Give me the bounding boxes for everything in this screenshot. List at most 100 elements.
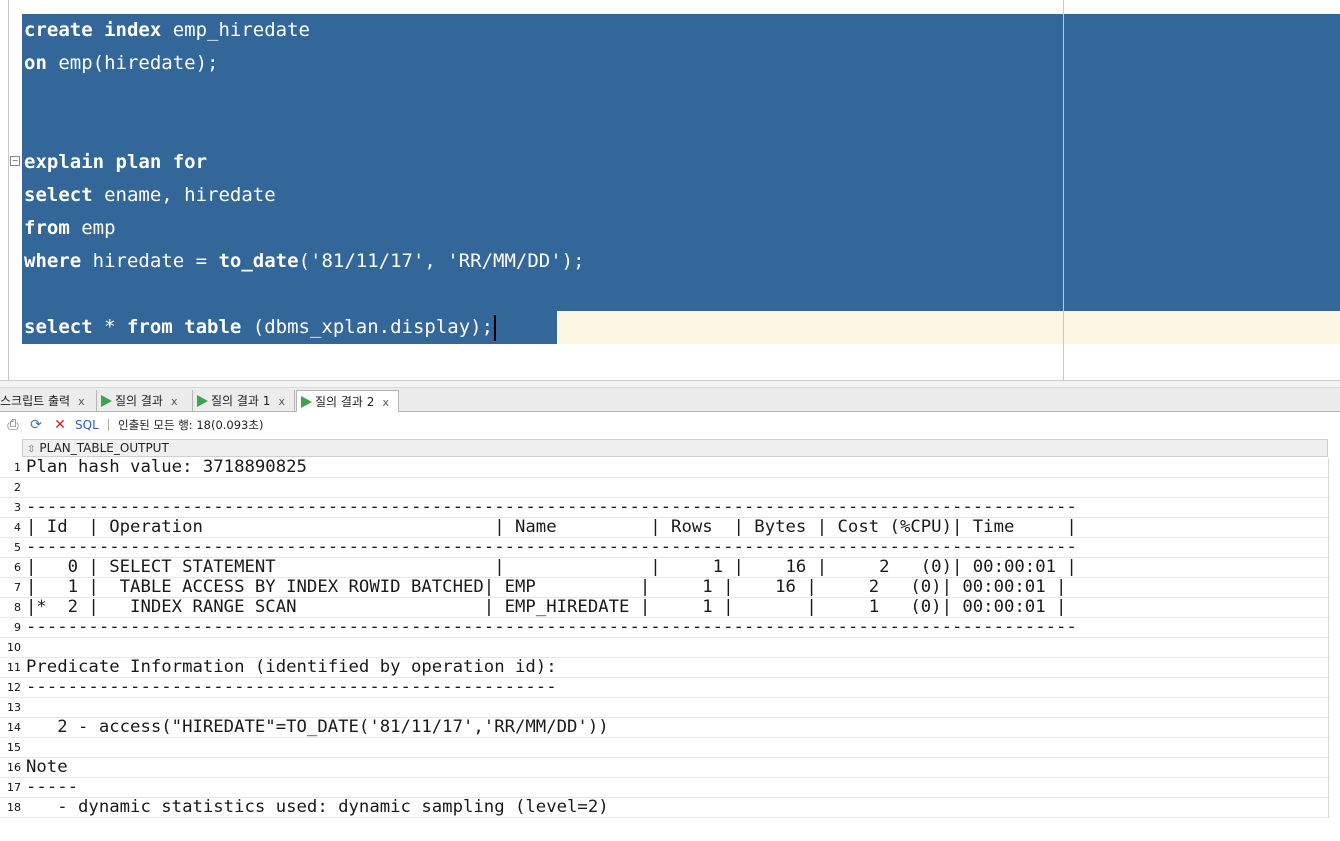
- row-number: 13: [7, 701, 21, 714]
- sql-text: hiredate =: [81, 250, 219, 272]
- sql-button[interactable]: SQL: [75, 417, 99, 433]
- table-row[interactable]: 3 ---------------------------------------…: [0, 498, 1330, 518]
- run-icon: [197, 395, 208, 407]
- plan-output-cell[interactable]: | 0 | SELECT STATEMENT | | 1 | 16 | 2 (0…: [26, 558, 1077, 577]
- tab-query-result-2[interactable]: 질의 결과 2 x: [296, 390, 399, 412]
- column-divider: [1328, 718, 1329, 738]
- table-row[interactable]: 16 Note: [0, 758, 1330, 778]
- sql-text: *: [92, 316, 127, 338]
- sql-text: emp(hiredate);: [46, 52, 219, 74]
- code-line[interactable]: [24, 80, 585, 113]
- plan-output-cell[interactable]: ----------------------------------------…: [26, 498, 1077, 517]
- code-line[interactable]: [24, 278, 585, 311]
- plan-output-cell[interactable]: Note: [26, 758, 68, 777]
- table-row[interactable]: 4 | Id | Operation | Name | Rows | Bytes …: [0, 518, 1330, 538]
- tab-script-output[interactable]: 스크립트 출력 x: [0, 390, 97, 412]
- row-number: 2: [14, 481, 21, 494]
- run-icon: [101, 395, 112, 407]
- row-number: 10: [7, 641, 21, 654]
- table-row[interactable]: 17 -----: [0, 778, 1330, 798]
- plan-output-cell[interactable]: | Id | Operation | Name | Rows | Bytes |…: [26, 518, 1077, 537]
- code-line[interactable]: create index emp_hiredate: [24, 14, 585, 47]
- sql-text: ename, hiredate: [92, 184, 276, 206]
- sql-editor[interactable]: − create index emp_hiredate on emp(hireda…: [0, 0, 1340, 380]
- close-icon[interactable]: x: [382, 396, 389, 409]
- plan-output-cell[interactable]: |* 2 | INDEX RANGE SCAN | EMP_HIREDATE |…: [26, 598, 1066, 617]
- close-icon[interactable]: x: [78, 395, 85, 408]
- plan-output-cell[interactable]: | 1 | TABLE ACCESS BY INDEX ROWID BATCHE…: [26, 578, 1066, 597]
- table-row[interactable]: 10: [0, 638, 1330, 658]
- table-row[interactable]: 14 2 - access("HIREDATE"=TO_DATE('81/11/…: [0, 718, 1330, 738]
- text-caret: [494, 314, 497, 341]
- close-icon[interactable]: x: [171, 395, 178, 408]
- sort-icon: ⇳: [27, 444, 36, 455]
- column-divider: [1328, 758, 1329, 778]
- tab-label: 질의 결과 1: [211, 394, 271, 408]
- code-line[interactable]: explain plan for: [24, 146, 585, 179]
- sql-text: (dbms_xplan.display);: [241, 316, 494, 338]
- sql-keyword: from: [24, 217, 70, 239]
- cancel-icon[interactable]: ✕: [52, 417, 68, 433]
- sql-text: emp_hiredate: [161, 19, 310, 41]
- row-number: 11: [7, 661, 21, 674]
- table-row[interactable]: 15: [0, 738, 1330, 758]
- plan-output-cell[interactable]: ----------------------------------------…: [26, 678, 557, 697]
- table-row[interactable]: 7 | 1 | TABLE ACCESS BY INDEX ROWID BATCH…: [0, 578, 1330, 598]
- row-number: 7: [14, 581, 21, 594]
- table-row[interactable]: 8 |* 2 | INDEX RANGE SCAN | EMP_HIREDATE …: [0, 598, 1330, 618]
- plan-output-cell[interactable]: - dynamic statistics used: dynamic sampl…: [26, 798, 608, 817]
- printer-icon[interactable]: ⎙: [5, 417, 21, 433]
- table-row[interactable]: 9 ---------------------------------------…: [0, 618, 1330, 638]
- plan-output-cell[interactable]: Plan hash value: 3718890825: [26, 458, 307, 477]
- table-row[interactable]: 11 Predicate Information (identified by o…: [0, 658, 1330, 678]
- column-divider: [1328, 778, 1329, 798]
- code-line[interactable]: [24, 113, 585, 146]
- table-row[interactable]: 5 ---------------------------------------…: [0, 538, 1330, 558]
- row-number: 8: [14, 601, 21, 614]
- row-number: 18: [7, 801, 21, 814]
- column-divider: [1328, 558, 1329, 578]
- code-line[interactable]: select * from table (dbms_xplan.display)…: [24, 311, 585, 344]
- row-number: 9: [14, 621, 21, 634]
- table-row[interactable]: 2: [0, 478, 1330, 498]
- table-row[interactable]: 1 Plan hash value: 3718890825: [0, 458, 1330, 478]
- pane-splitter[interactable]: [0, 380, 1340, 388]
- table-row[interactable]: 13: [0, 698, 1330, 718]
- code-line[interactable]: on emp(hiredate);: [24, 47, 585, 80]
- editor-gutter: [0, 0, 9, 380]
- row-number: 16: [7, 761, 21, 774]
- refresh-icon[interactable]: ⟳: [28, 417, 44, 433]
- plan-output-cell[interactable]: 2 - access("HIREDATE"=TO_DATE('81/11/17'…: [26, 718, 608, 737]
- table-row[interactable]: 18 - dynamic statistics used: dynamic sa…: [0, 798, 1330, 818]
- tab-query-result-1[interactable]: 질의 결과 1 x: [193, 390, 295, 412]
- column-divider: [1328, 478, 1329, 498]
- sql-keyword: select: [24, 184, 93, 206]
- plan-output-cell[interactable]: ----------------------------------------…: [26, 538, 1077, 557]
- column-header[interactable]: ⇳ PLAN_TABLE_OUTPUT: [22, 439, 1328, 457]
- plan-output-cell[interactable]: -----: [26, 778, 78, 797]
- sql-text: emp: [69, 217, 116, 239]
- column-divider: [1328, 658, 1329, 678]
- row-number: 3: [14, 501, 21, 514]
- plan-output-cell[interactable]: Predicate Information (identified by ope…: [26, 658, 557, 677]
- table-row[interactable]: 6 | 0 | SELECT STATEMENT | | 1 | 16 | 2 (…: [0, 558, 1330, 578]
- plan-output-cell[interactable]: ----------------------------------------…: [26, 618, 1077, 637]
- code-line[interactable]: select ename, hiredate: [24, 179, 585, 212]
- close-icon[interactable]: x: [278, 395, 285, 408]
- column-divider: [1328, 618, 1329, 638]
- sql-keyword: on: [24, 52, 47, 74]
- result-grid: ⇳ PLAN_TABLE_OUTPUT 1 Plan hash value: 371…: [0, 438, 1340, 841]
- fold-toggle-icon[interactable]: −: [10, 156, 20, 166]
- tab-label: 질의 결과: [115, 394, 163, 408]
- tab-query-result[interactable]: 질의 결과 x: [97, 390, 193, 412]
- tab-label: 질의 결과 2: [315, 395, 375, 409]
- sql-text: ('81/11/17', 'RR/MM/DD');: [298, 250, 585, 272]
- code-line[interactable]: from emp: [24, 212, 585, 245]
- column-divider: [1328, 458, 1329, 478]
- sql-keyword: to_date: [218, 250, 299, 272]
- table-row[interactable]: 12 --------------------------------------…: [0, 678, 1330, 698]
- sql-keyword: explain plan for: [24, 151, 208, 173]
- code-text[interactable]: create index emp_hiredate on emp(hiredate…: [24, 14, 585, 344]
- code-line[interactable]: where hiredate = to_date('81/11/17', 'RR…: [24, 245, 585, 278]
- result-rows: 1 Plan hash value: 3718890825 2 3 ----------…: [0, 458, 1330, 818]
